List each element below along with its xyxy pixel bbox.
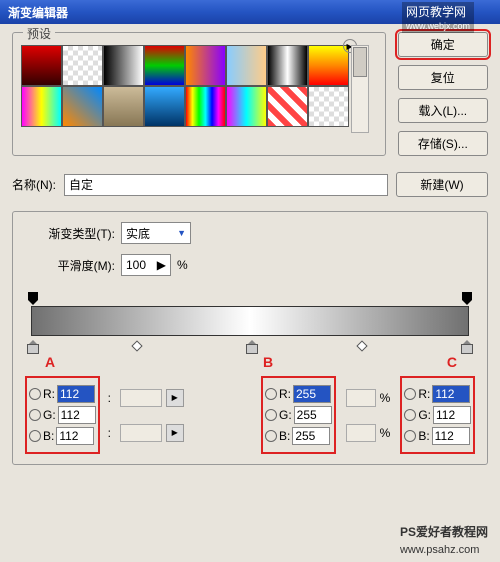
name-input[interactable] xyxy=(64,174,388,196)
preset-swatch[interactable] xyxy=(62,45,103,86)
preset-swatch[interactable] xyxy=(62,86,103,127)
input-b-c[interactable] xyxy=(432,427,470,445)
input-b-b[interactable] xyxy=(292,427,330,445)
preset-swatch[interactable] xyxy=(185,86,226,127)
gradient-type-panel: 渐变类型(T): 实底 ▼ 平滑度(M): 100 ▶ % A xyxy=(12,211,488,465)
preset-swatch[interactable] xyxy=(226,86,267,127)
color-stop-a[interactable] xyxy=(27,340,39,352)
radio-b-a[interactable] xyxy=(29,430,41,442)
gradient-bar-editor[interactable] xyxy=(25,292,475,352)
radio-r-a[interactable] xyxy=(29,388,41,400)
arrow-right-icon[interactable]: ▶ xyxy=(166,424,184,442)
rgb-box-a: R: G: B: xyxy=(25,376,100,454)
presets-panel: 预设 ▶ xyxy=(12,32,386,156)
chevron-down-icon: ▼ xyxy=(177,228,186,238)
preset-swatch[interactable] xyxy=(144,45,185,86)
pct-field-2[interactable] xyxy=(346,424,376,442)
radio-g-a[interactable] xyxy=(29,409,41,421)
input-g-a[interactable] xyxy=(58,406,96,424)
color-stop-b[interactable] xyxy=(246,340,258,352)
rgb-box-c: R: G: B: xyxy=(400,376,475,454)
reset-button[interactable]: 复位 xyxy=(398,65,488,90)
radio-r-c[interactable] xyxy=(404,388,416,400)
input-b-a[interactable] xyxy=(56,427,94,445)
pct-field-1[interactable] xyxy=(346,389,376,407)
label-c: C xyxy=(447,354,457,370)
presets-scrollbar[interactable] xyxy=(351,45,369,133)
gradient-preview-bar[interactable] xyxy=(31,306,469,336)
input-g-c[interactable] xyxy=(433,406,471,424)
smoothness-unit: % xyxy=(177,258,188,272)
opacity-stop-right[interactable] xyxy=(461,292,473,304)
load-button[interactable]: 载入(L)... xyxy=(398,98,488,123)
radio-g-c[interactable] xyxy=(404,409,416,421)
dialog-body: 预设 ▶ 确定 复位 载入(L)... 存储(S)... 名称(N): 新建(W… xyxy=(0,24,500,473)
preset-swatch[interactable] xyxy=(308,86,349,127)
preset-swatch[interactable] xyxy=(267,45,308,86)
preset-swatch[interactable] xyxy=(185,45,226,86)
radio-g-b[interactable] xyxy=(265,409,277,421)
preset-swatch-grid xyxy=(21,45,349,127)
label-a: A xyxy=(45,354,55,370)
name-label: 名称(N): xyxy=(12,176,56,193)
preset-swatch[interactable] xyxy=(308,45,349,86)
action-buttons: 确定 复位 载入(L)... 存储(S)... xyxy=(398,32,488,156)
window-title: 渐变编辑器 xyxy=(4,4,68,21)
rgb-box-b: R: G: B: xyxy=(261,376,336,454)
type-select[interactable]: 实底 ▼ xyxy=(121,222,191,244)
preset-swatch[interactable] xyxy=(267,86,308,127)
smoothness-input[interactable]: 100 ▶ xyxy=(121,254,171,276)
midpoint-right[interactable] xyxy=(356,340,367,351)
arrow-right-icon[interactable]: ▶ xyxy=(166,389,184,407)
radio-b-c[interactable] xyxy=(404,430,416,442)
scrollbar-thumb[interactable] xyxy=(353,47,367,77)
radio-r-b[interactable] xyxy=(265,388,277,400)
mid-field-2[interactable] xyxy=(120,424,162,442)
radio-b-b[interactable] xyxy=(265,430,277,442)
label-b: B xyxy=(263,354,273,370)
mid-controls: :▶ :▶ xyxy=(108,376,253,454)
opacity-stop-left[interactable] xyxy=(27,292,39,304)
preset-swatch[interactable] xyxy=(21,45,62,86)
input-r-a[interactable] xyxy=(57,385,95,403)
ok-button[interactable]: 确定 xyxy=(398,32,488,57)
save-button[interactable]: 存储(S)... xyxy=(398,131,488,156)
preset-swatch[interactable] xyxy=(103,45,144,86)
smoothness-label: 平滑度(M): xyxy=(25,257,115,274)
titlebar: 渐变编辑器 网页教学网www.webjx.com xyxy=(0,0,500,24)
arrow-right-icon: ▶ xyxy=(157,258,166,272)
preset-swatch[interactable] xyxy=(144,86,185,127)
mid-field-1[interactable] xyxy=(120,389,162,407)
preset-swatch[interactable] xyxy=(103,86,144,127)
midpoint-left[interactable] xyxy=(131,340,142,351)
input-g-b[interactable] xyxy=(294,406,332,424)
preset-swatch[interactable] xyxy=(226,45,267,86)
input-r-c[interactable] xyxy=(432,385,470,403)
type-label: 渐变类型(T): xyxy=(25,225,115,242)
watermark-bottom: PS爱好者教程网www.psahz.com xyxy=(398,521,490,558)
input-r-b[interactable] xyxy=(293,385,331,403)
new-button[interactable]: 新建(W) xyxy=(396,172,488,197)
watermark-top: 网页教学网www.webjx.com xyxy=(402,2,474,33)
color-stop-c[interactable] xyxy=(461,340,473,352)
presets-legend: 预设 xyxy=(23,25,55,42)
preset-swatch[interactable] xyxy=(21,86,62,127)
